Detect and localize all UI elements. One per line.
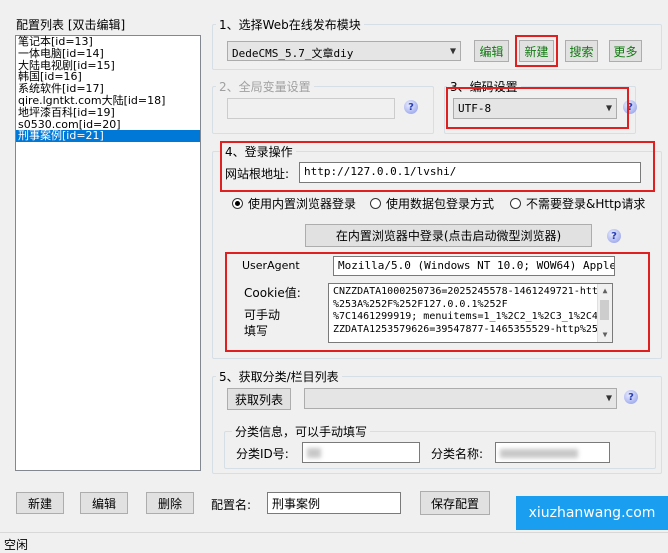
section5-help-icon[interactable]: ? (624, 390, 638, 404)
module-select-value: DedeCMS_5.7_文章diy (232, 47, 354, 60)
radio-none-label: 不需要登录&Http请求 (526, 197, 646, 211)
login-in-browser-button[interactable]: 在内置浏览器中登录(点击启动微型浏览器) (305, 224, 592, 247)
list-item[interactable]: 刑事案例[id=21] (16, 130, 200, 143)
section1-title: 1、选择Web在线发布模块 (216, 16, 364, 33)
status-text: 空闲 (4, 538, 29, 552)
watermark: xiuzhanwang.com (516, 496, 668, 530)
category-name-input[interactable] (495, 442, 610, 463)
category-name-label: 分类名称: (431, 447, 484, 461)
chevron-down-icon: ▼ (605, 393, 612, 404)
get-list-button[interactable]: 获取列表 (227, 388, 291, 410)
redacted-value (500, 449, 578, 458)
status-bar: 空闲 (0, 532, 668, 553)
list-item[interactable]: 地坪漆百科[id=19] (16, 106, 200, 119)
delete-config-button[interactable]: 删除 (146, 492, 194, 514)
section5-title: 5、获取分类/栏目列表 (216, 368, 342, 385)
category-id-label: 分类ID号: (236, 447, 289, 461)
config-list[interactable]: 笔记本[id=13] 一体电脑[id=14] 大陆电视剧[id=15] 韩国[id=1… (15, 35, 201, 471)
search-module-button[interactable]: 搜索 (565, 40, 598, 62)
radio-builtin-browser[interactable]: 使用内置浏览器登录 (232, 195, 356, 212)
section2-help-icon[interactable]: ? (404, 100, 418, 114)
radio-unchecked-icon (510, 198, 521, 209)
redacted-value (307, 448, 321, 458)
new-config-button[interactable]: 新建 (16, 492, 64, 514)
radio-packet-label: 使用数据包登录方式 (386, 197, 495, 211)
highlight-encoding (446, 87, 629, 129)
edit-config-button[interactable]: 编辑 (80, 492, 128, 514)
module-select[interactable]: DedeCMS_5.7_文章diy ▼ (227, 41, 461, 61)
list-item[interactable]: 一体电脑[id=14] (16, 47, 200, 60)
config-name-input[interactable]: 刑事案例 (267, 492, 401, 514)
chevron-down-icon: ▼ (449, 46, 456, 57)
config-list-title: 配置列表 [双击编辑] (16, 18, 126, 32)
more-module-button[interactable]: 更多 (609, 40, 642, 62)
section4-help-icon[interactable]: ? (607, 229, 621, 243)
category-select[interactable]: ▼ (304, 388, 617, 409)
global-var-select (227, 98, 395, 119)
highlight-cookie-section (225, 252, 650, 352)
edit-module-button[interactable]: 编辑 (474, 40, 509, 62)
section2-title: 2、全局变量设置 (216, 78, 314, 95)
highlight-login-section (220, 141, 655, 192)
radio-builtin-label: 使用内置浏览器登录 (248, 197, 357, 211)
category-info-title: 分类信息，可以手动填写 (232, 423, 371, 440)
radio-packet-login[interactable]: 使用数据包登录方式 (370, 195, 494, 212)
list-item[interactable]: qire.lgntkt.com大陆[id=18] (16, 95, 200, 107)
radio-checked-icon (232, 198, 243, 209)
config-name-label: 配置名: (211, 498, 252, 512)
category-id-input[interactable] (302, 442, 420, 463)
radio-unchecked-icon (370, 198, 381, 209)
save-config-button[interactable]: 保存配置 (420, 491, 490, 515)
highlight-new-button (515, 35, 558, 67)
radio-no-login[interactable]: 不需要登录&Http请求 (510, 195, 645, 212)
